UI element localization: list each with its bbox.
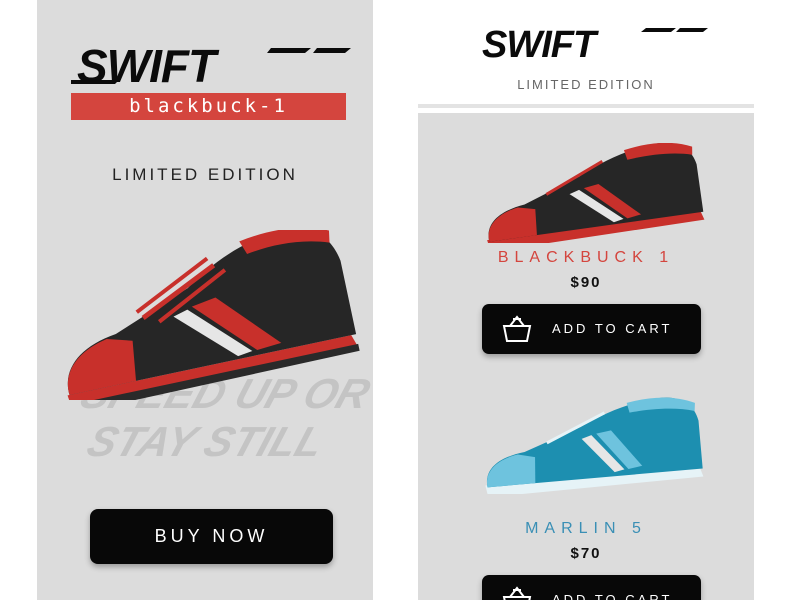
product-list: BLACKBUCK 1 $90 ADD TO CART MARLIN 5 $70… xyxy=(418,113,754,600)
product-name: MARLIN 5 xyxy=(525,520,647,537)
product-price: $70 xyxy=(570,545,602,562)
swift-logo: SWIFT xyxy=(482,24,708,64)
model-banner: blackbuck-1 xyxy=(71,93,346,120)
product-screen: SWIFT LIMITED EDITION BLACKBUCK 1 $90 AD… xyxy=(418,0,754,600)
promo-screen: SWIFT blackbuck-1 LIMITED EDITION SPEED … xyxy=(37,0,373,600)
edition-label: LIMITED EDITION xyxy=(112,165,298,184)
product-name: BLACKBUCK 1 xyxy=(497,249,675,266)
add-to-cart-button[interactable]: ADD TO CART xyxy=(482,304,701,354)
basket-icon xyxy=(502,315,532,342)
add-to-cart-label: ADD TO CART xyxy=(552,592,673,600)
buy-now-button[interactable]: BUY NOW xyxy=(90,509,333,564)
product-price: $90 xyxy=(570,274,602,291)
shoe-image xyxy=(67,230,360,400)
swift-logo: SWIFT xyxy=(71,44,351,88)
header-divider xyxy=(418,104,754,108)
basket-icon xyxy=(502,586,532,600)
shoe-image xyxy=(485,397,704,494)
add-to-cart-button[interactable]: ADD TO CART xyxy=(482,575,701,600)
shoe-image xyxy=(487,143,705,243)
edition-label: LIMITED EDITION xyxy=(517,77,655,92)
logo-text: SWIFT xyxy=(482,24,599,64)
tagline-line2: STAY STILL xyxy=(81,419,329,466)
add-to-cart-label: ADD TO CART xyxy=(552,321,673,336)
